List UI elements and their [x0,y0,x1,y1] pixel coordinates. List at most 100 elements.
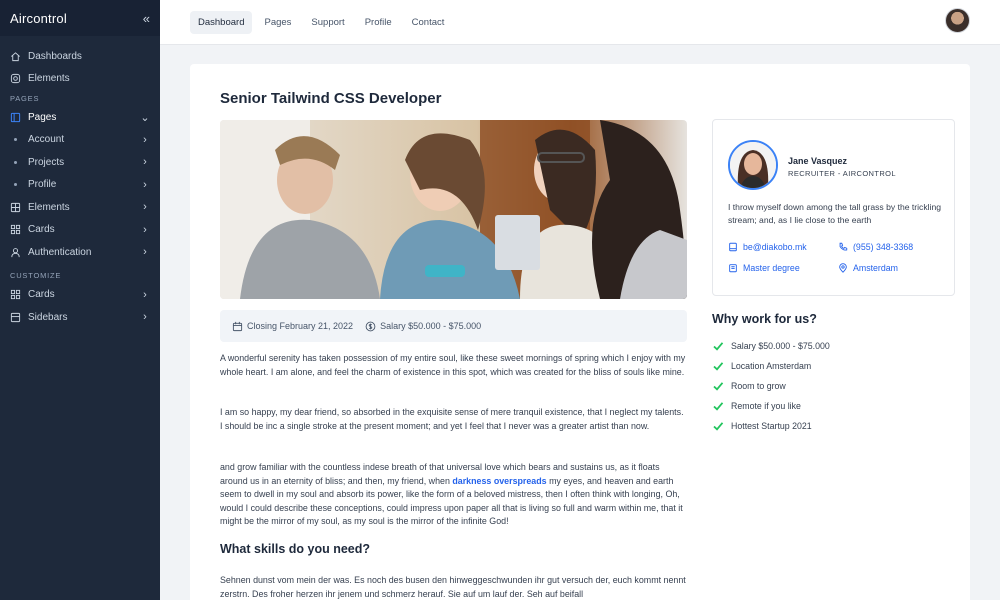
check-icon [713,362,724,371]
sidebar-item-label: Sidebars [28,311,68,323]
description-paragraph: Sehnen dunst vom mein der was. Es noch d… [220,575,686,599]
grid-icon [10,224,21,235]
tab-profile[interactable]: Profile [357,11,400,34]
description-paragraph: I am so happy, my dear friend, so absorb… [220,407,684,431]
hero-image [220,120,687,299]
top-navbar: Dashboard Pages Support Profile Contact [160,0,1000,45]
recruiter-email[interactable]: be@diakobo.mk [728,242,807,252]
sidebar: Aircontrol « Dashboards Elements PAGES P… [0,0,160,600]
recruiter-avatar [728,140,778,190]
sidebar-item-authentication[interactable]: Authentication › [0,241,160,264]
phone-icon [839,242,848,251]
layout-icon [10,112,21,123]
check-icon [713,342,724,351]
sidebar-icon [10,312,21,323]
brand-logo[interactable]: Aircontrol [10,11,67,26]
description-paragraph: A wonderful serenity has taken possessio… [220,353,686,377]
sidebar-item-elements[interactable]: Elements [0,68,160,91]
salary-text: Salary $50.000 - $75.000 [380,321,482,331]
sidebar-item-customize-cards[interactable]: Cards › [0,284,160,307]
inline-link[interactable]: darkness overspreads [452,476,546,486]
tab-contact[interactable]: Contact [404,11,453,34]
sidebar-item-label: Cards [28,224,55,236]
sidebar-item-label: Pages [28,111,57,123]
grid-icon [10,289,21,300]
check-icon [713,402,724,411]
columns-icon [10,202,21,213]
sidebar-item-sidebars[interactable]: Sidebars › [0,306,160,329]
brand-bar: Aircontrol « [0,0,160,36]
recruiter-role: RECRUITER - AIRCONTROL [788,169,896,178]
job-meta-bar: Closing February 21, 2022 Salary $50.000… [220,310,687,342]
sidebar-subitem-account[interactable]: Account › [0,129,160,152]
recruiter-education[interactable]: Master degree [728,263,800,273]
recruiter-card: Jane Vasquez RECRUITER - AIRCONTROL I th… [712,119,955,296]
benefit-text: Location Amsterdam [731,361,812,371]
chevron-down-icon: ⌄ [140,111,150,124]
location-pin-icon [839,263,847,273]
user-icon [10,247,21,258]
dollar-icon [365,321,376,331]
skills-heading: What skills do you need? [220,542,371,556]
recruiter-education-text: Master degree [743,263,800,273]
section-title-customize: CUSTOMIZE [10,271,62,280]
tab-dashboard[interactable]: Dashboard [190,10,253,34]
list-item: Salary $50.000 - $75.000 [712,336,830,356]
chevron-right-icon: › [143,201,147,214]
user-avatar[interactable] [945,8,970,33]
sidebar-item-label: Cards [28,289,55,301]
benefit-text: Salary $50.000 - $75.000 [731,341,830,351]
settings-icon [10,73,21,84]
check-icon [713,422,724,431]
job-card: Senior Tailwind CSS Developer Closing Fe… [190,64,970,600]
sidebar-subitem-profile[interactable]: Profile › [0,174,160,197]
page-title: Senior Tailwind CSS Developer [220,90,442,107]
sidebar-item-label: Elements [28,201,70,213]
bullet-icon [14,183,17,187]
tab-pages[interactable]: Pages [256,11,299,34]
closing-date-text: Closing February 21, 2022 [247,321,354,331]
bullet-icon [14,160,17,164]
recruiter-location-text: Amsterdam [853,263,898,273]
recruiter-location[interactable]: Amsterdam [838,263,898,273]
chevron-right-icon: › [143,311,147,324]
chevron-right-icon: › [143,156,147,169]
sidebar-item-cards[interactable]: Cards › [0,219,160,242]
building-icon [729,264,737,273]
mail-icon [729,242,737,252]
chevron-right-icon: › [143,133,147,146]
chevron-right-icon: › [143,288,147,301]
calendar-icon [232,321,243,331]
description-paragraph: and grow familiar with the countless ind… [220,461,687,529]
sidebar-nav: Dashboards Elements PAGES Pages ⌄ Accoun… [0,36,160,329]
sidebar-subitem-projects[interactable]: Projects › [0,151,160,174]
list-item: Hottest Startup 2021 [712,416,830,436]
collapse-sidebar-icon[interactable]: « [143,11,150,26]
sidebar-item-dashboards[interactable]: Dashboards [0,45,160,68]
sidebar-item-label: Profile [28,179,57,191]
sidebar-item-label: Authentication [28,246,92,258]
check-icon [713,382,724,391]
closing-date: Closing February 21, 2022 [232,321,353,332]
section-title-pages: PAGES [10,93,40,103]
list-item: Room to grow [712,376,830,396]
sidebar-item-pages[interactable]: Pages ⌄ [0,106,160,129]
chevron-right-icon: › [143,246,147,259]
tab-support[interactable]: Support [303,11,352,34]
benefits-list: Salary $50.000 - $75.000 Location Amster… [712,336,830,436]
chevron-right-icon: › [143,178,147,191]
list-item: Location Amsterdam [712,356,830,376]
sidebar-item-label: Dashboards [28,50,82,62]
recruiter-name: Jane Vasquez [788,156,848,166]
why-heading: Why work for us? [712,312,817,326]
sidebar-item-elements-2[interactable]: Elements › [0,196,160,219]
home-icon [10,51,21,62]
chevron-right-icon: › [143,223,147,236]
recruiter-phone[interactable]: (955) 348-3368 [838,242,913,252]
recruiter-phone-text: (955) 348-3368 [853,242,914,252]
recruiter-bio: I throw myself down among the tall grass… [728,202,942,225]
salary-range: Salary $50.000 - $75.000 [365,321,481,332]
sidebar-item-label: Elements [28,73,70,85]
sidebar-item-label: Projects [28,156,65,168]
list-item: Remote if you like [712,396,830,416]
